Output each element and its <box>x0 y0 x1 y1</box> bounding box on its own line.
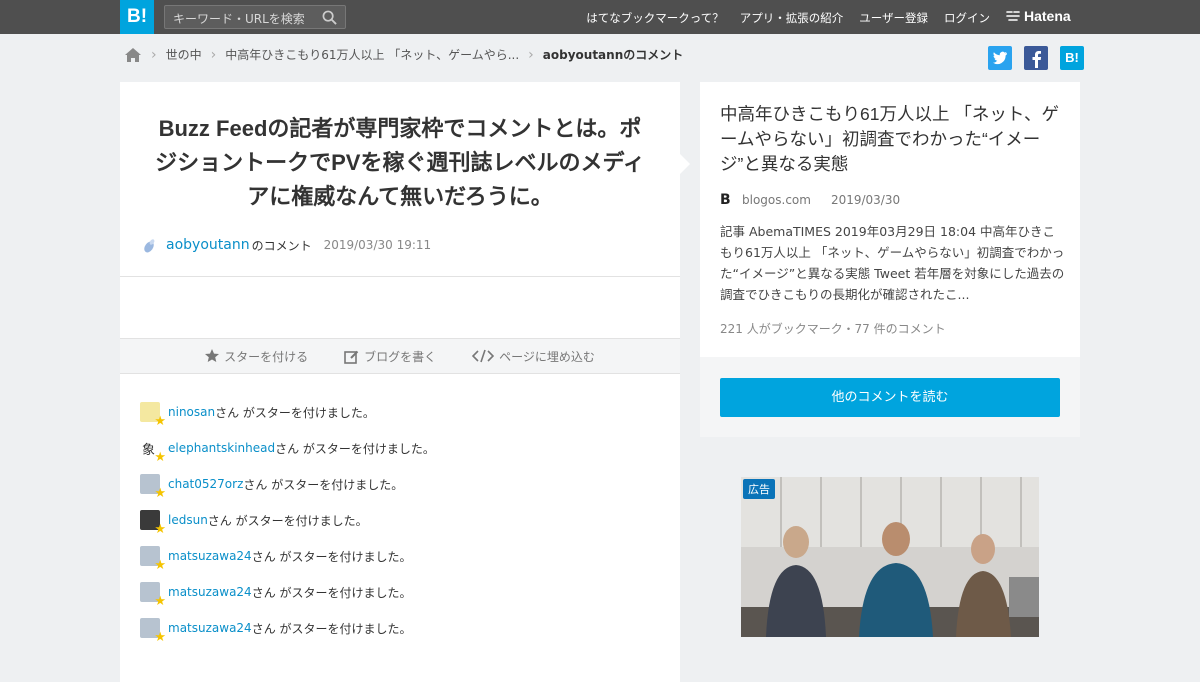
code-icon <box>472 349 495 363</box>
search-box[interactable]: キーワード・URLを検索 <box>164 5 346 29</box>
facebook-icon[interactable] <box>1024 46 1048 70</box>
avatar[interactable]: ★ <box>140 402 166 428</box>
comment-timestamp[interactable]: 2019/03/30 19:11 <box>324 238 432 252</box>
hatena-logo[interactable]: Hatena <box>1006 8 1071 24</box>
search-input[interactable]: キーワード・URLを検索 <box>173 10 305 27</box>
edit-icon <box>344 350 359 364</box>
entry-card: 中高年ひきこもり61万人以上 「ネット、ゲームやらない」初調査でわかった“イメー… <box>700 82 1080 437</box>
star-username[interactable]: chat0527orz <box>168 477 243 491</box>
star-icon: ★ <box>154 414 166 429</box>
avatar[interactable]: ★ <box>140 474 166 500</box>
blogos-icon: B <box>720 192 731 208</box>
avatar[interactable]: 象 ★ <box>140 438 166 464</box>
star-suffix: さん がスターを付けました。 <box>275 441 435 456</box>
add-star-label: スターを付ける <box>224 349 309 364</box>
divider <box>120 276 680 277</box>
star-username[interactable]: matsuzawa24 <box>168 585 252 599</box>
entry-summary: 記事 AbemaTIMES 2019年03月29日 18:04 中高年ひきこもり… <box>720 224 1065 302</box>
avatar[interactable]: ★ <box>140 618 166 644</box>
star-suffix: さん がスターを付けました。 <box>243 477 404 492</box>
avatar[interactable]: ★ <box>140 546 166 572</box>
comment-card: Buzz Feedの記者が専門家枠でコメントとは。ポジショントークでPVを稼ぐ週… <box>120 82 680 682</box>
write-blog-label: ブログを書く <box>364 349 437 364</box>
hatena-mark-icon <box>1006 11 1020 21</box>
nav-apps[interactable]: アプリ・拡張の紹介 <box>740 10 844 26</box>
breadcrumb: › 世の中 › 中高年ひきこもり61万人以上 「ネット、ゲームやら... › a… <box>124 46 683 63</box>
star-suffix: さん がスターを付けました。 <box>251 549 412 564</box>
avatar[interactable] <box>140 236 158 254</box>
entry-source: B blogos.com 2019/03/30 <box>720 192 900 208</box>
star-list-item: ★ ninosan さん がスターを付けました。 <box>140 394 435 430</box>
embed-button[interactable]: ページに埋め込む <box>472 348 595 365</box>
star-icon: ★ <box>154 594 166 609</box>
entry-domain[interactable]: blogos.com <box>742 193 811 207</box>
star-list-item: 象 ★ elephantskinhead さん がスターを付けました。 <box>140 430 435 466</box>
breadcrumb-category[interactable]: 世の中 <box>166 46 202 63</box>
share-buttons: B! <box>988 46 1084 70</box>
comment-username[interactable]: aobyoutann <box>166 237 250 253</box>
entry-counts[interactable]: 221 人がブックマーク・77 件のコメント <box>720 320 946 337</box>
top-nav: はてなブックマークって？ アプリ・拡張の紹介 ユーザー登録 ログイン <box>586 10 990 26</box>
hatena-logo-text: Hatena <box>1024 8 1071 24</box>
avatar[interactable]: ★ <box>140 582 166 608</box>
avatar[interactable]: ★ <box>140 510 166 536</box>
star-list-item: ★ matsuzawa24 さん がスターを付けました。 <box>140 538 435 574</box>
write-blog-button[interactable]: ブログを書く <box>344 348 436 365</box>
star-suffix: さん がスターを付けました。 <box>207 513 368 528</box>
ad-banner[interactable]: 広告 <box>741 477 1039 637</box>
breadcrumb-current: aobyoutannのコメント <box>542 48 684 62</box>
chevron-right-icon: › <box>210 46 217 63</box>
card-pointer <box>680 154 690 174</box>
embed-label: ページに埋め込む <box>499 349 595 364</box>
star-username[interactable]: ninosan <box>168 405 215 419</box>
action-bar: スターを付ける ブログを書く ページに埋め込む <box>120 338 680 374</box>
star-username[interactable]: matsuzawa24 <box>168 621 252 635</box>
comment-user-suffix: のコメント <box>251 238 312 253</box>
twitter-icon[interactable] <box>988 46 1012 70</box>
star-username[interactable]: ledsun <box>168 513 208 527</box>
star-icon <box>205 349 220 362</box>
top-bar: B! キーワード・URLを検索 はてなブックマークって？ アプリ・拡張の紹介 ユ… <box>0 0 1200 34</box>
search-icon[interactable] <box>322 10 337 25</box>
elephant-icon: 象 <box>142 443 156 458</box>
entry-date: 2019/03/30 <box>830 193 901 207</box>
chevron-right-icon: › <box>151 46 157 63</box>
read-more-comments-button[interactable]: 他のコメントを読む <box>720 378 1060 417</box>
comment-meta: aobyoutann のコメント 2019/03/30 19:11 <box>140 236 431 254</box>
star-list-item: ★ chat0527orz さん がスターを付けました。 <box>140 466 435 502</box>
star-list-item: ★ ledsun さん がスターを付けました。 <box>140 502 435 538</box>
star-icon: ★ <box>154 450 166 465</box>
star-icon: ★ <box>154 486 166 501</box>
star-list-item: ★ matsuzawa24 さん がスターを付けました。 <box>140 574 435 610</box>
star-username[interactable]: matsuzawa24 <box>168 549 252 563</box>
breadcrumb-entry[interactable]: 中高年ひきこもり61万人以上 「ネット、ゲームやら... <box>225 46 519 63</box>
star-list-item: ★ matsuzawa24 さん がスターを付けました。 <box>140 610 435 646</box>
nav-about[interactable]: はてなブックマークって？ <box>586 10 723 26</box>
add-star-button[interactable]: スターを付ける <box>205 348 308 365</box>
entry-title[interactable]: 中高年ひきこもり61万人以上 「ネット、ゲームやらない」初調査でわかった“イメー… <box>720 102 1065 177</box>
hatena-bookmark-icon[interactable]: B! <box>1060 46 1084 70</box>
chevron-right-icon: › <box>528 46 534 63</box>
home-icon[interactable] <box>124 47 142 63</box>
star-list: ★ ninosan さん がスターを付けました。 象 ★ elephantskinh… <box>140 394 435 646</box>
nav-register[interactable]: ユーザー登録 <box>859 10 928 26</box>
ad-label: 広告 <box>743 479 775 499</box>
star-icon: ★ <box>154 558 166 573</box>
ad-image <box>741 477 1039 637</box>
star-suffix: さん がスターを付けました。 <box>251 621 412 636</box>
star-username[interactable]: elephantskinhead <box>168 441 275 455</box>
star-icon: ★ <box>154 522 166 537</box>
star-icon: ★ <box>154 630 166 645</box>
comment-text: Buzz Feedの記者が専門家枠でコメントとは。ポジショントークでPVを稼ぐ週… <box>155 116 645 209</box>
star-suffix: さん がスターを付けました。 <box>215 405 375 420</box>
star-suffix: さん がスターを付けました。 <box>251 585 412 600</box>
hatena-bookmark-logo[interactable]: B! <box>120 0 154 34</box>
nav-login[interactable]: ログイン <box>944 10 990 26</box>
